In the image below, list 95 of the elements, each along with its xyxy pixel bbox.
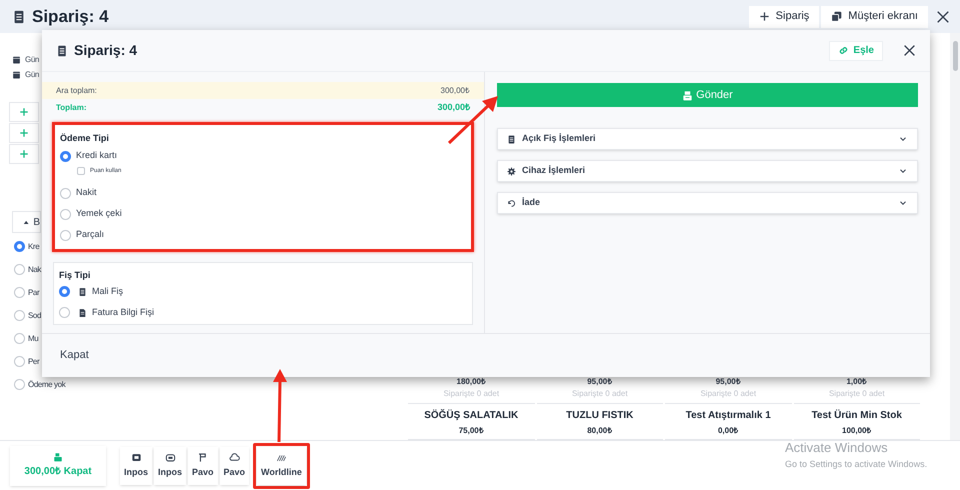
- gear-icon: [507, 166, 516, 176]
- payment-option-label: Parçalı: [76, 228, 104, 242]
- new-order-button[interactable]: Sipariş: [748, 6, 820, 28]
- date-filter-label: Gün: [25, 54, 39, 66]
- activation-title: Activate Windows: [785, 439, 889, 457]
- radio-button[interactable]: [14, 356, 25, 367]
- product-price: 80,00₺: [587, 425, 612, 437]
- radio-button[interactable]: [14, 287, 25, 298]
- stock-label: Siparişte 0 adet: [443, 388, 500, 400]
- radio-button[interactable]: [14, 241, 25, 252]
- payment-option-label: Nakit: [76, 186, 97, 200]
- close-icon: [903, 44, 916, 57]
- subtotal-label: Ara toplam:: [56, 84, 97, 96]
- product-name: Test Atıştırmalık 1: [686, 409, 771, 423]
- section-title: Fiş Tipi: [59, 268, 92, 282]
- receipt-option-label: Mali Fiş: [92, 284, 123, 298]
- undo-icon: [507, 198, 516, 208]
- device-button[interactable]: Pavo: [188, 446, 218, 484]
- stock-label: Siparişte 0 adet: [700, 388, 756, 400]
- device-button[interactable]: Pavo: [220, 446, 250, 484]
- payment-option-label: Par: [28, 286, 40, 298]
- payment-option-label: Yemek çeki: [76, 207, 122, 220]
- calendar-icon: [12, 55, 21, 64]
- partial-button[interactable]: B: [12, 211, 41, 233]
- accordion-header[interactable]: Cihaz İşlemleri: [497, 160, 918, 182]
- accordion-header[interactable]: İade: [497, 192, 918, 214]
- radio-button[interactable]: [14, 333, 25, 344]
- add-button[interactable]: [9, 102, 39, 122]
- date-filter-label: Gün: [25, 68, 39, 80]
- close-button[interactable]: [903, 44, 916, 57]
- section-title: Ödeme Tipi: [60, 132, 110, 145]
- receipt-option-label: Fatura Bilgi Fişi: [92, 306, 154, 319]
- radio-button[interactable]: [14, 264, 25, 275]
- stock-label: Siparişte 0 adet: [828, 388, 885, 400]
- product-name: SÖĞÜŞ SALATALIK: [424, 408, 518, 423]
- add-button[interactable]: [9, 123, 39, 143]
- payment-option-label: Kre: [28, 240, 40, 252]
- payment-option-label: Ödeme yok: [28, 378, 66, 390]
- radio-button[interactable]: [60, 230, 71, 240]
- product-name: TUZLU FISTIK: [566, 409, 634, 423]
- radio-button[interactable]: [60, 188, 71, 198]
- subtotal-value: 300,00₺: [440, 84, 470, 96]
- flag-icon: [197, 452, 208, 463]
- product-tile[interactable]: SÖĞÜŞ SALATALIK 75,00₺: [408, 406, 534, 440]
- product-price: 95,00₺: [716, 376, 741, 388]
- radio-button[interactable]: [14, 310, 25, 321]
- payment-option-label: Kredi kartı: [76, 149, 118, 162]
- device-button[interactable]: Worldline: [257, 446, 306, 484]
- stock-label: Siparişte 0 adet: [572, 388, 628, 400]
- plus-icon: [758, 11, 770, 22]
- radio-button[interactable]: [14, 379, 25, 390]
- product-price: 75,00₺: [458, 425, 484, 437]
- radio-button[interactable]: [59, 307, 70, 318]
- accordion-header[interactable]: Açık Fiş İşlemleri: [497, 128, 918, 150]
- cloud-icon: [228, 452, 240, 463]
- add-button[interactable]: [9, 144, 39, 164]
- receipt-icon: [12, 8, 26, 24]
- plus-icon: [19, 107, 29, 117]
- payment-option-label: Mu: [28, 332, 38, 344]
- dialog-title: Sipariş: 4: [74, 41, 138, 60]
- product-price: 95,00₺: [587, 376, 612, 388]
- card-icon: [130, 452, 142, 463]
- total-value: 300,00₺: [437, 100, 470, 114]
- device-button[interactable]: Inpos: [120, 446, 152, 484]
- product-name: Test Ürün Min Stok: [812, 408, 902, 423]
- total-label: Toplam:: [56, 102, 87, 114]
- checkbox[interactable]: [77, 167, 85, 175]
- receipt-icon: [56, 44, 68, 58]
- radio-button[interactable]: [60, 150, 71, 162]
- product-price: 1,00₺: [846, 376, 868, 388]
- calendar-icon: [12, 70, 21, 79]
- plus-icon: [19, 149, 29, 159]
- product-price: 100,00₺: [842, 425, 872, 437]
- product-price: 180,00₺: [456, 376, 486, 388]
- payment-option-label: Sod: [28, 310, 42, 322]
- payment-option-label: Nak: [28, 264, 42, 276]
- pos-terminal-icon: [164, 452, 176, 463]
- payment-option-label: Per: [28, 356, 40, 368]
- product-price: 0,00₺: [718, 425, 739, 437]
- plus-icon: [19, 128, 29, 138]
- receipt-icon: [78, 286, 87, 296]
- copy-icon: [831, 11, 842, 22]
- scrollbar-thumb: [952, 41, 958, 71]
- close-dialog-button[interactable]: Kapat: [60, 347, 89, 364]
- radio-button[interactable]: [59, 286, 70, 297]
- document-icon: [78, 308, 87, 318]
- activation-text: Go to Settings to activate Windows.: [785, 458, 928, 471]
- receipt-icon: [507, 134, 516, 144]
- customer-screen-button[interactable]: Müşteri ekranı: [821, 6, 928, 28]
- close-icon: [936, 10, 950, 24]
- close-button[interactable]: [936, 10, 950, 24]
- device-button[interactable]: Inpos: [154, 446, 186, 484]
- link-icon: [838, 45, 850, 56]
- radio-button[interactable]: [60, 208, 71, 220]
- page-title: Sipariş: 4: [32, 6, 109, 28]
